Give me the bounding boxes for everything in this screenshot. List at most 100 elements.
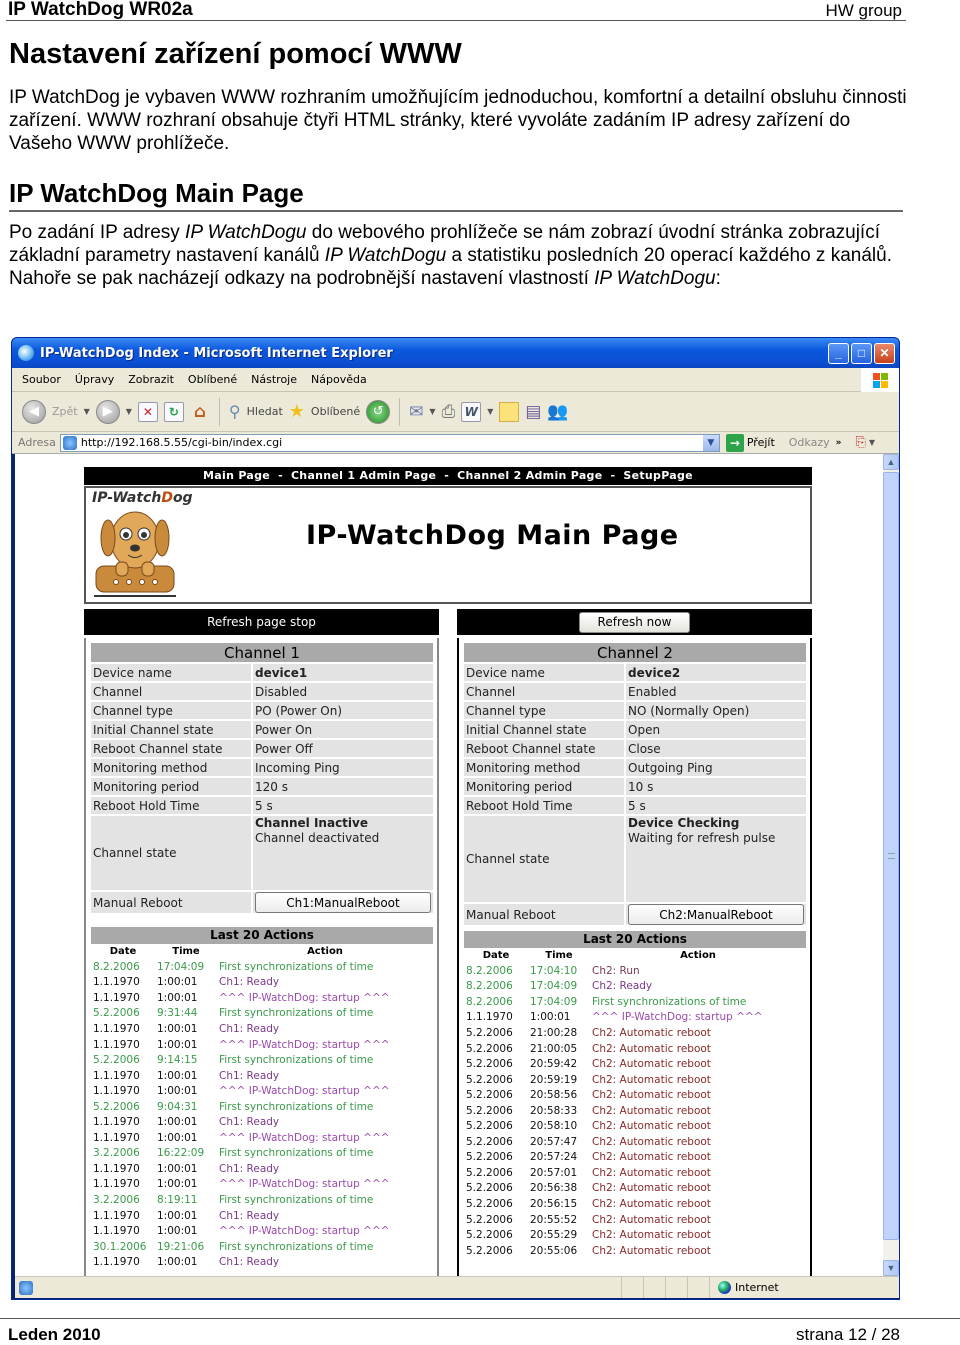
log-row: 3.2.2006 8:19:11 First synchronizations of… [91, 1192, 433, 1208]
log-date: 8.2.2006 [93, 960, 140, 973]
ch1-manual-reboot-button[interactable]: Ch1:ManualReboot [255, 892, 431, 913]
log-time: 20:57:47 [530, 1135, 578, 1148]
log-time: 17:04:09 [530, 995, 578, 1008]
nav-channel1-admin[interactable]: Channel 1 Admin Page [291, 469, 436, 482]
star-icon[interactable]: ★ [289, 401, 305, 422]
state-value: Device Checking Waiting for refresh pulse [626, 816, 806, 902]
browser-titlebar[interactable]: IP-WatchDog Index - Microsoft Internet E… [12, 338, 899, 368]
menu-edit[interactable]: Úpravy [75, 373, 114, 386]
log-time: 8:19:11 [157, 1193, 198, 1206]
menu-tools[interactable]: Nástroje [251, 373, 297, 386]
menu-favorites[interactable]: Oblíbené [188, 373, 237, 386]
nav-main-page[interactable]: Main Page [203, 469, 270, 482]
log-time: 17:04:10 [530, 964, 578, 977]
doc-header-company: HW group [825, 1, 902, 20]
refresh-now-button[interactable]: Refresh now [578, 611, 691, 633]
section-paragraph: Po zadání IP adresy IP WatchDogu do webo… [9, 221, 909, 290]
log-row: 1.1.1970 1:00:01 ^^^ IP-WatchDog: startup … [91, 990, 433, 1006]
scroll-thumb[interactable] [883, 472, 899, 1240]
status-cell [643, 1277, 665, 1298]
log-title: Last 20 Actions [464, 931, 806, 948]
chevron-down-icon[interactable]: ▼ [487, 407, 493, 416]
log-date: 1.1.1970 [93, 1069, 140, 1082]
row-key: Channel [464, 683, 626, 700]
scroll-up-icon[interactable]: ▲ [883, 454, 899, 470]
log-action: First synchronizations of time [219, 1100, 374, 1113]
separator [218, 397, 220, 426]
chevron-down-icon[interactable]: ▼ [869, 438, 875, 447]
search-icon[interactable]: ⚲ [229, 402, 241, 421]
log-date: 1.1.1970 [93, 976, 140, 989]
mail-icon[interactable]: ✉ [409, 402, 423, 422]
refresh-icon[interactable]: ↻ [163, 401, 184, 422]
chevron-down-icon[interactable]: ▼ [702, 434, 719, 451]
menu-help[interactable]: Nápověda [311, 373, 367, 386]
nav-sep: - [278, 469, 283, 482]
back-label[interactable]: Zpět [52, 405, 78, 418]
log-date: 5.2.2006 [466, 1073, 513, 1086]
table-row: Reboot Channel state Close [464, 740, 806, 757]
state-title: Device Checking [628, 816, 740, 830]
log-time: 1:00:01 [157, 976, 198, 989]
log-row: 1.1.1970 1:00:01 Ch1: Ready [91, 1254, 433, 1270]
log-action: Ch2: Automatic reboot [592, 1229, 711, 1242]
log-action: Ch2: Automatic reboot [592, 1244, 711, 1257]
security-zone: Internet [709, 1277, 899, 1298]
row-key: Channel type [91, 702, 253, 719]
messenger-icon[interactable]: 👥 [547, 402, 568, 422]
log-row: 1.1.1970 1:00:01 Ch1: Ready [91, 1161, 433, 1177]
log-date: 5.2.2006 [466, 1151, 513, 1164]
footer-date: Leden 2010 [8, 1325, 101, 1344]
back-icon[interactable]: ◀ [22, 399, 46, 424]
go-button[interactable]: → Přejít [725, 433, 775, 452]
stop-icon[interactable]: ✕ [137, 401, 158, 422]
word-icon[interactable]: W [461, 401, 482, 422]
pdf-icon[interactable]: ⎘ [855, 435, 865, 450]
minimize-icon[interactable]: _ [828, 342, 849, 364]
windows-logo-icon [861, 368, 899, 392]
log-header-time: Time [172, 946, 200, 957]
chevron-down-icon[interactable]: ▼ [429, 407, 435, 416]
note-icon[interactable] [499, 401, 520, 422]
log-time: 1:00:01 [157, 1022, 198, 1035]
text: Po zadání IP adresy [9, 222, 186, 243]
row-value: 10 s [626, 778, 806, 795]
print-icon[interactable]: ⎙ [442, 402, 456, 422]
close-icon[interactable]: ✕ [874, 342, 895, 364]
links-label[interactable]: Odkazy [789, 436, 830, 449]
chevron-double-right-icon[interactable]: » [836, 438, 842, 448]
home-icon[interactable]: ⌂ [190, 402, 210, 422]
vertical-scrollbar[interactable]: ▲ ▼ [883, 454, 899, 1276]
log-action: First synchronizations of time [219, 1007, 374, 1020]
address-input[interactable]: http://192.168.5.55/cgi-bin/index.cgi ▼ [59, 433, 720, 452]
address-value[interactable]: http://192.168.5.55/cgi-bin/index.cgi [81, 436, 282, 449]
research-icon[interactable]: ▤ [525, 402, 541, 422]
history-icon[interactable]: ↺ [366, 399, 391, 424]
log-action: First synchronizations of time [592, 995, 747, 1008]
maximize-icon[interactable]: □ [851, 342, 872, 364]
log-date: 5.2.2006 [466, 1026, 513, 1039]
chevron-down-icon[interactable]: ▼ [84, 407, 90, 416]
ch2-manual-reboot-button[interactable]: Ch2:ManualReboot [628, 904, 804, 925]
row-key: Device name [464, 664, 626, 681]
log-row: 5.2.2006 20:55:29 Ch2: Automatic reboot [464, 1227, 806, 1243]
log-row: 3.2.2006 16:22:09 First synchronizations o… [91, 1146, 433, 1162]
log-time: 21:00:05 [530, 1042, 578, 1055]
scroll-down-icon[interactable]: ▼ [883, 1260, 899, 1276]
log-row: 5.2.2006 20:58:10 Ch2: Automatic reboot [464, 1118, 806, 1134]
menu-file[interactable]: Soubor [22, 373, 61, 386]
log-action: Ch1: Ready [219, 1256, 280, 1269]
search-label[interactable]: Hledat [247, 405, 283, 418]
refresh-stop-link[interactable]: Refresh page stop [84, 609, 439, 635]
menu-view[interactable]: Zobrazit [128, 373, 174, 386]
globe-icon [718, 1281, 731, 1294]
log-time: 20:55:52 [530, 1213, 578, 1226]
favorites-label[interactable]: Oblíbené [311, 405, 360, 418]
window-controls: _ □ ✕ [828, 342, 899, 364]
forward-icon[interactable]: ▶ [95, 399, 120, 424]
log-date: 5.2.2006 [93, 1007, 140, 1020]
nav-channel2-admin[interactable]: Channel 2 Admin Page [457, 469, 602, 482]
nav-setup-page[interactable]: SetupPage [623, 469, 693, 482]
chevron-down-icon[interactable]: ▼ [126, 407, 132, 416]
browser-toolbar: ◀ Zpět ▼ ▶ ▼ ✕ ↻ ⌂ ⚲ Hledat ★ Oblíbené ↺… [12, 392, 899, 432]
